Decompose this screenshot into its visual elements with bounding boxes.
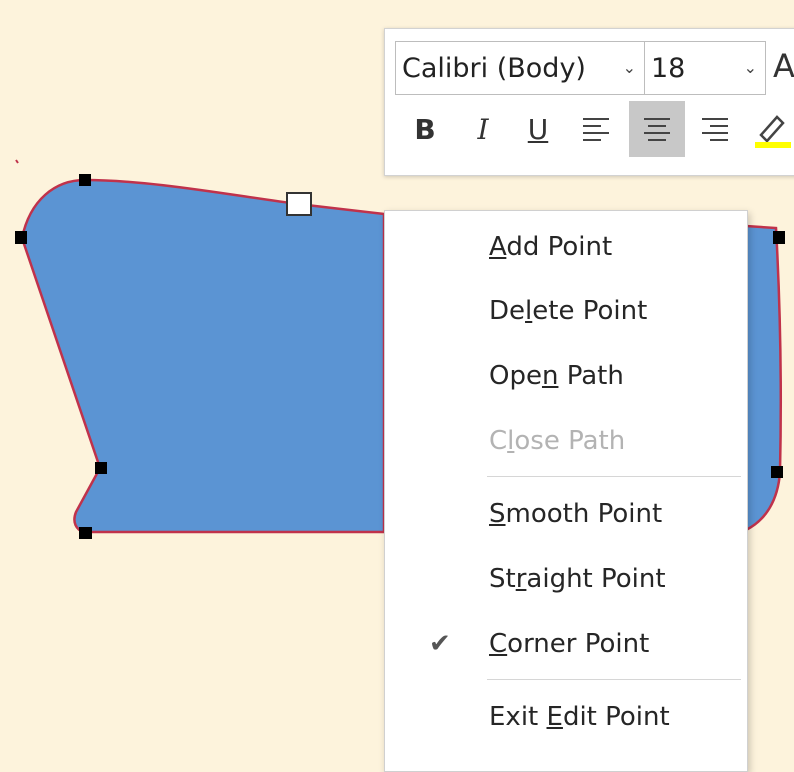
font-size-select[interactable]: 18 ⌄ [644,41,766,95]
label-text: St [489,564,516,594]
label-text: ose Path [514,426,626,456]
access-key: C [489,629,508,659]
vertex-handle[interactable] [773,231,785,244]
access-key: E [546,702,563,732]
label-text: Exit [489,702,547,732]
italic-button[interactable]: I [455,101,511,157]
menu-item-label: Open Path [489,361,624,391]
menu-item-delete-point[interactable]: Delete Point [385,279,747,343]
label-text: Path [558,361,624,391]
menu-item-label: Delete Point [489,296,647,326]
highlight-button[interactable] [745,101,794,157]
bold-button[interactable]: B [397,101,453,157]
access-key: A [489,232,507,262]
menu-separator [487,679,741,680]
freeform-shape-right-part[interactable] [744,224,783,533]
vertex-handle[interactable] [95,462,107,474]
access-key: n [541,361,559,391]
access-key: r [515,564,527,594]
menu-item-label: Exit Edit Point [489,702,670,732]
menu-item-label: Close Path [489,426,625,456]
vertex-handle[interactable] [771,466,783,478]
label-text: dit Point [562,702,670,732]
label-text: Ope [489,361,542,391]
menu-item-exit-edit-point[interactable]: Exit Edit Point [385,685,747,749]
bold-label: B [414,112,436,146]
align-left-icon [583,118,609,141]
label-text: orner Point [507,629,650,659]
menu-separator [487,476,741,477]
menu-item-smooth-point[interactable]: Smooth Point [385,482,747,546]
chevron-down-icon[interactable]: ⌄ [623,58,636,77]
align-left-button[interactable] [568,101,624,157]
context-menu: Add Point Delete Point Open Path Close Path… [384,210,748,772]
label-text: dd Point [506,232,613,262]
menu-item-label: Corner Point [489,629,649,659]
vertex-handle[interactable] [79,527,92,539]
vertex-handle-selected[interactable] [286,192,312,216]
chevron-down-icon[interactable]: ⌄ [744,58,757,77]
font-name-value: Calibri (Body) [402,52,586,84]
menu-item-straight-point[interactable]: Straight Point [385,547,747,611]
font-size-value: 18 [651,52,686,84]
menu-item-label: Add Point [489,232,612,262]
menu-item-corner-point[interactable]: ✔ Corner Point [385,612,747,676]
italic-label: I [477,112,489,146]
menu-item-open-path[interactable]: Open Path [385,344,747,408]
freeform-shape[interactable] [20,178,386,534]
mini-toolbar: Calibri (Body) ⌄ 18 ⌄ A B I U [384,28,794,176]
vertex-handle[interactable] [79,174,91,186]
access-key: S [489,499,506,529]
align-center-button[interactable] [629,101,685,157]
align-right-icon [702,118,728,141]
shape-edge-stub [15,159,19,164]
label-text: aight Point [526,564,666,594]
align-right-button[interactable] [687,101,743,157]
menu-item-label: Smooth Point [489,499,662,529]
label-text: ete Point [532,296,648,326]
vertex-handle[interactable] [15,231,27,244]
label-text: mooth Point [505,499,663,529]
underline-button[interactable]: U [510,101,566,157]
checkmark-icon: ✔ [429,629,451,659]
font-name-select[interactable]: Calibri (Body) ⌄ [395,41,645,95]
underline-label: U [527,112,549,146]
align-center-icon [644,118,670,141]
label-text: C [489,426,508,456]
menu-item-add-point[interactable]: Add Point [385,215,747,279]
label-text: De [489,296,526,326]
highlighter-icon [755,115,791,148]
menu-item-close-path: Close Path [385,409,747,473]
menu-item-label: Straight Point [489,564,666,594]
increase-font-size-icon[interactable]: A [773,47,794,85]
